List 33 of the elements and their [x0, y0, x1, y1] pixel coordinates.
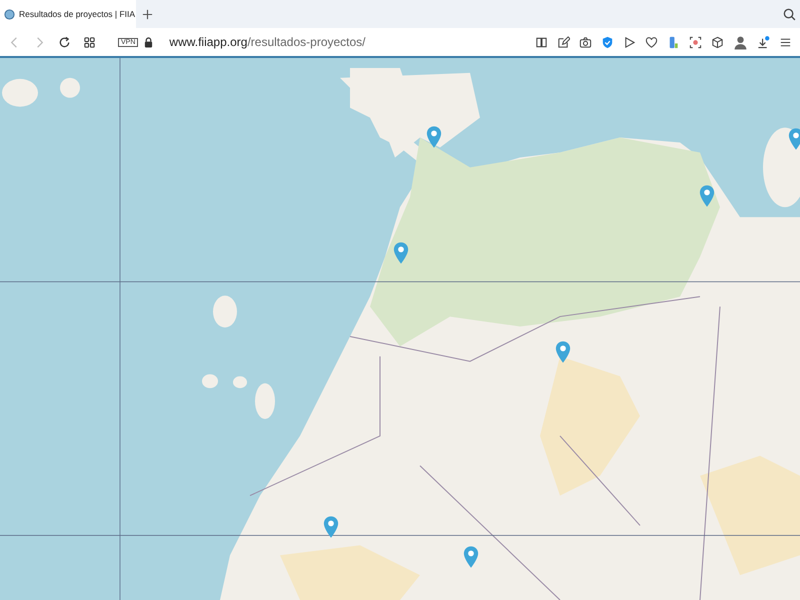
- play-icon[interactable]: [623, 36, 636, 48]
- map-pin-icon[interactable]: [393, 241, 409, 265]
- map-pin-icon[interactable]: [788, 127, 800, 151]
- island-drawing: [202, 374, 218, 388]
- book-icon[interactable]: [535, 36, 548, 48]
- edit-icon[interactable]: [557, 36, 570, 48]
- reload-icon[interactable]: [58, 36, 71, 48]
- download-icon[interactable]: [757, 36, 770, 48]
- grid-icon[interactable]: [83, 36, 96, 48]
- search-icon[interactable]: [783, 8, 796, 20]
- translate-icon[interactable]: [667, 36, 680, 48]
- map-pin-icon[interactable]: [323, 515, 339, 539]
- screenshot-icon[interactable]: [689, 36, 702, 48]
- heart-icon[interactable]: [645, 36, 658, 48]
- new-tab-icon[interactable]: [142, 8, 153, 20]
- shield-icon[interactable]: [601, 36, 614, 48]
- map-pin-icon[interactable]: [699, 184, 715, 208]
- browser-tab[interactable]: Resultados de proyectos | FIIA: [0, 0, 136, 28]
- cube-icon[interactable]: [711, 36, 724, 48]
- map-pin-icon[interactable]: [555, 340, 571, 364]
- island-drawing: [255, 383, 275, 419]
- island-drawing: [213, 296, 237, 328]
- map-pin-icon[interactable]: [463, 545, 479, 569]
- user-avatar-icon[interactable]: [733, 34, 748, 50]
- globe-icon: [4, 8, 15, 20]
- camera-icon[interactable]: [579, 36, 592, 48]
- address-field[interactable]: www.fiiapp.org/resultados-proyectos/: [169, 35, 366, 49]
- island-drawing: [233, 376, 247, 388]
- island-drawing: [2, 78, 38, 107]
- menu-icon[interactable]: [779, 36, 792, 48]
- island-drawing: [60, 78, 80, 98]
- map-pin-icon[interactable]: [426, 125, 442, 149]
- lock-icon: [144, 36, 154, 48]
